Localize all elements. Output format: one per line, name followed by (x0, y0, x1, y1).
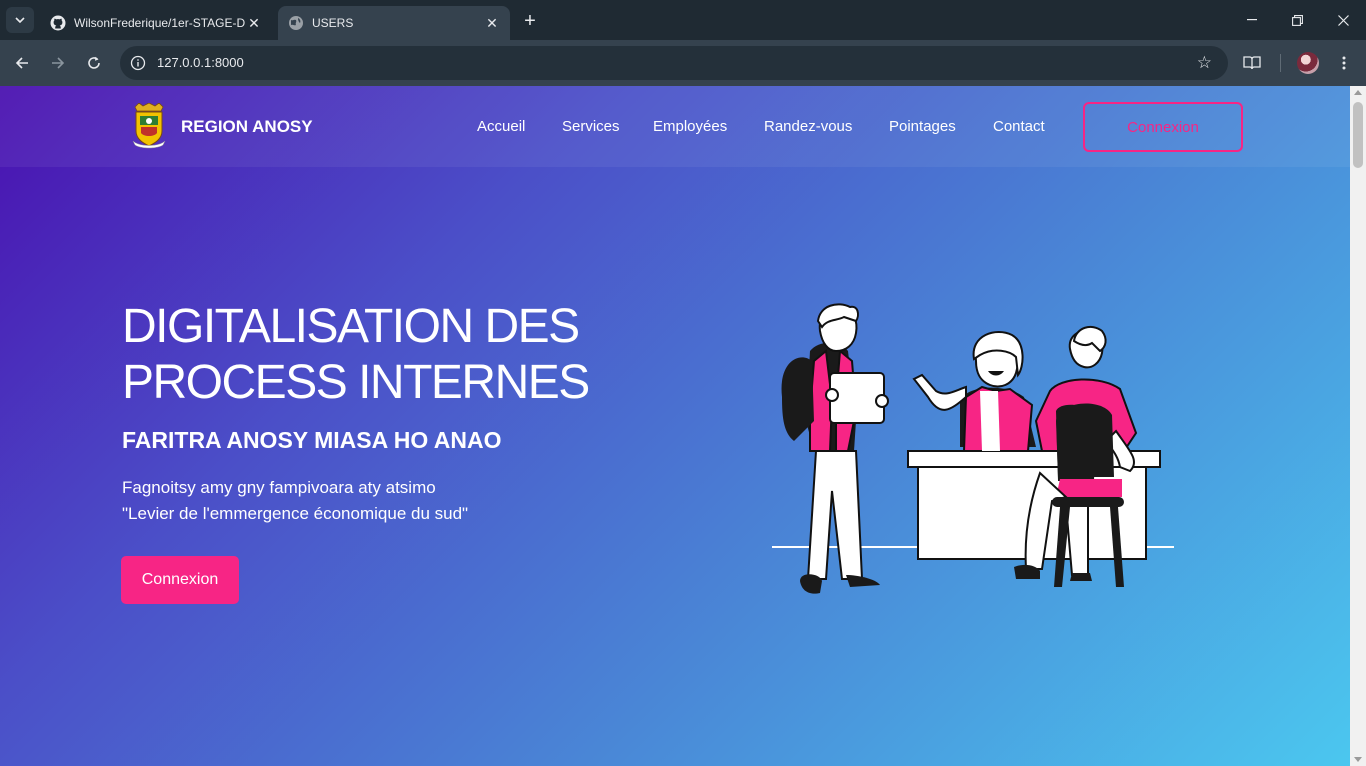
site-header: REGION ANOSY Accueil Services Employées … (0, 86, 1350, 167)
star-icon[interactable]: ☆ (1197, 53, 1212, 73)
nav-link-accueil[interactable]: Accueil (477, 118, 525, 135)
hero-login-button[interactable]: Connexion (121, 556, 239, 604)
back-button[interactable] (10, 51, 34, 75)
hero-title-line: DIGITALISATION DES (122, 300, 580, 353)
scroll-down-arrow-icon[interactable] (1354, 757, 1362, 762)
tab-github[interactable]: WilsonFrederique/1er-STAGE-D ✕ (40, 6, 272, 40)
globe-icon (289, 16, 303, 30)
close-icon (1337, 14, 1349, 26)
hero-title: DIGITALISATION DES PROCESS INTERNES (122, 299, 590, 411)
restore-button[interactable] (1285, 8, 1309, 32)
hero-title-line: PROCESS INTERNES (122, 356, 590, 409)
hero-description: Fagnoitsy amy gny fampivoara aty atsimo … (122, 475, 468, 527)
page-scrollbar[interactable] (1350, 86, 1366, 766)
seated-woman-figure (912, 331, 1036, 452)
new-tab-button[interactable]: + (518, 9, 542, 33)
nav-link-employees[interactable]: Employées (653, 118, 727, 135)
scroll-up-arrow-icon[interactable] (1354, 90, 1362, 95)
window-close-button[interactable] (1331, 8, 1355, 32)
reading-mode-button[interactable] (1240, 51, 1264, 75)
page-viewport: REGION ANOSY Accueil Services Employées … (0, 86, 1350, 766)
restore-icon (1291, 14, 1303, 26)
reload-button[interactable] (82, 51, 106, 75)
book-icon (1243, 56, 1261, 70)
header-login-button[interactable]: Connexion (1083, 102, 1243, 152)
tab-title: WilsonFrederique/1er-STAGE-D (74, 16, 246, 30)
minimize-button[interactable] (1240, 8, 1264, 32)
reload-icon (88, 56, 100, 69)
url-text[interactable]: 127.0.0.1:8000 (157, 55, 244, 70)
tab-title: USERS (312, 16, 354, 30)
browser-toolbar: 127.0.0.1:8000 ☆ (0, 40, 1366, 86)
github-icon (50, 15, 66, 31)
region-crest-logo[interactable] (131, 103, 167, 149)
profile-avatar[interactable] (1297, 52, 1319, 74)
tab-bar: WilsonFrederique/1er-STAGE-D ✕ USERS ✕ + (0, 0, 1366, 40)
menu-button[interactable] (1332, 51, 1356, 75)
tab-users[interactable]: USERS ✕ (278, 6, 510, 40)
forward-button[interactable] (46, 51, 70, 75)
nav-link-contact[interactable]: Contact (993, 118, 1045, 135)
arrow-left-icon (15, 57, 28, 69)
hero-subtitle: FARITRA ANOSY MIASA HO ANAO (122, 427, 502, 453)
minimize-icon (1247, 19, 1257, 21)
scroll-thumb[interactable] (1353, 102, 1363, 168)
more-vert-icon (1342, 56, 1346, 70)
address-bar[interactable]: 127.0.0.1:8000 ☆ (120, 46, 1228, 80)
close-icon[interactable]: ✕ (246, 15, 262, 31)
standing-man-figure (781, 303, 889, 594)
close-icon[interactable]: ✕ (484, 15, 500, 31)
arrow-right-icon (52, 57, 65, 69)
brand-name[interactable]: REGION ANOSY (181, 117, 313, 137)
team-meeting-illustration (772, 303, 1174, 594)
nav-link-services[interactable]: Services (562, 118, 620, 135)
toolbar-divider (1280, 54, 1281, 72)
hero-description-line: Fagnoitsy amy gny fampivoara aty atsimo (122, 478, 436, 497)
tab-search-button[interactable] (6, 7, 34, 33)
nav-link-rendez-vous[interactable]: Randez-vous (764, 118, 852, 135)
info-icon[interactable] (130, 55, 146, 71)
chevron-down-icon (15, 17, 25, 23)
nav-link-pointages[interactable]: Pointages (889, 118, 956, 135)
hero-description-line: "Levier de l'emmergence économique du su… (122, 504, 469, 523)
